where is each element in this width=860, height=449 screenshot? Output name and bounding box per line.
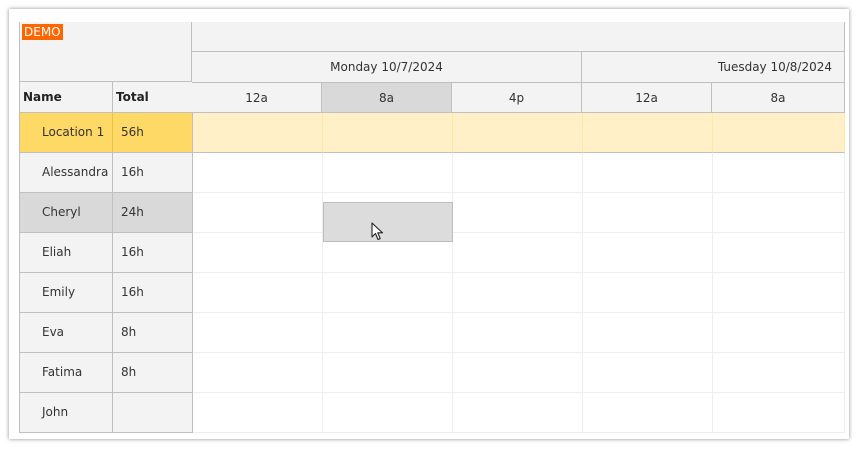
grid-cell[interactable] bbox=[193, 313, 323, 353]
grid-cell[interactable] bbox=[583, 353, 713, 393]
grid-cell[interactable] bbox=[453, 313, 583, 353]
grid-cell[interactable] bbox=[713, 313, 845, 353]
row-name: Eliah bbox=[20, 233, 113, 272]
grid-cell[interactable] bbox=[193, 193, 323, 233]
time-slot-header: 8a bbox=[712, 83, 845, 113]
grid-cell[interactable] bbox=[583, 193, 713, 233]
row-total: 56h bbox=[121, 125, 144, 139]
grid-cell[interactable] bbox=[453, 393, 583, 433]
row-name: Cheryl bbox=[20, 193, 113, 232]
grid-cell[interactable] bbox=[193, 273, 323, 313]
grid-cell[interactable] bbox=[583, 233, 713, 273]
row-cells bbox=[193, 113, 845, 153]
row-total: 16h bbox=[121, 285, 144, 299]
row-cells bbox=[193, 273, 845, 313]
row-total bbox=[113, 393, 193, 432]
mouse-pointer-icon bbox=[371, 222, 384, 241]
grid-cell[interactable] bbox=[583, 153, 713, 193]
row-john: John bbox=[19, 393, 845, 433]
grid-cell[interactable] bbox=[453, 233, 583, 273]
row-name: Location 1 bbox=[20, 113, 113, 152]
time-header-top bbox=[192, 22, 845, 52]
row-cells bbox=[193, 233, 845, 273]
scheduler-frame: DEMO Name Total Monday 10/7/2024 Tuesday… bbox=[9, 9, 849, 439]
grid-cell[interactable] bbox=[193, 393, 323, 433]
grid-cell[interactable] bbox=[323, 353, 453, 393]
day-label: Monday 10/7/2024 bbox=[330, 60, 443, 74]
row-header[interactable]: Fatima 8h bbox=[19, 353, 193, 393]
row-emily: Emily 16h bbox=[19, 273, 845, 313]
row-name: Eva bbox=[20, 313, 113, 352]
time-slot-header-highlighted: 8a bbox=[322, 83, 452, 113]
row-cells bbox=[193, 153, 845, 193]
row-location-1: Location 1 56h bbox=[19, 113, 845, 153]
row-header-columns: Name Total bbox=[19, 82, 193, 113]
row-cells bbox=[193, 393, 845, 433]
time-slot-header: 12a bbox=[582, 83, 712, 113]
grid-cell[interactable] bbox=[193, 113, 323, 153]
row-name: Emily bbox=[20, 273, 113, 312]
row-header[interactable]: Location 1 56h bbox=[19, 113, 193, 153]
grid-cell[interactable] bbox=[193, 233, 323, 273]
row-total: 8h bbox=[121, 365, 137, 379]
day-label: Tuesday 10/8/2024 bbox=[717, 60, 832, 74]
grid-cell[interactable] bbox=[323, 273, 453, 313]
grid-cell[interactable] bbox=[323, 113, 453, 153]
row-total: 16h bbox=[121, 245, 144, 259]
row-total: 8h bbox=[121, 325, 137, 339]
hovered-cell-highlight[interactable] bbox=[323, 202, 453, 242]
grid-cell[interactable] bbox=[453, 113, 583, 153]
column-header-total[interactable]: Total bbox=[113, 82, 193, 112]
row-cells bbox=[193, 313, 845, 353]
row-header[interactable]: Alessandra 16h bbox=[19, 153, 193, 193]
row-eva: Eva 8h bbox=[19, 313, 845, 353]
time-slot-header: 4p bbox=[452, 83, 582, 113]
row-cells bbox=[193, 353, 845, 393]
row-name: Alessandra bbox=[20, 153, 113, 192]
grid-cell[interactable] bbox=[193, 353, 323, 393]
grid-cell[interactable] bbox=[583, 113, 713, 153]
scheduler: DEMO Name Total Monday 10/7/2024 Tuesday… bbox=[19, 22, 845, 434]
column-header-name[interactable]: Name bbox=[20, 82, 113, 112]
day-header-tuesday: Tuesday 10/8/2024 bbox=[582, 52, 845, 83]
row-name: John bbox=[20, 393, 113, 432]
grid-cell[interactable] bbox=[583, 313, 713, 353]
scheduler-corner: DEMO bbox=[19, 22, 192, 82]
row-total: 16h bbox=[121, 165, 144, 179]
grid-cell[interactable] bbox=[323, 393, 453, 433]
row-name: Fatima bbox=[20, 353, 113, 392]
row-header[interactable]: Cheryl 24h bbox=[19, 193, 193, 233]
grid-cell[interactable] bbox=[713, 353, 845, 393]
grid-cell[interactable] bbox=[713, 153, 845, 193]
grid-cell[interactable] bbox=[713, 193, 845, 233]
time-header: Monday 10/7/2024 Tuesday 10/8/2024 12a 8… bbox=[192, 22, 845, 113]
grid-cell[interactable] bbox=[453, 153, 583, 193]
row-total: 24h bbox=[121, 205, 144, 219]
grid-cell[interactable] bbox=[713, 233, 845, 273]
grid-cell[interactable] bbox=[323, 153, 453, 193]
grid-cell[interactable] bbox=[583, 273, 713, 313]
row-fatima: Fatima 8h bbox=[19, 353, 845, 393]
row-header[interactable]: Emily 16h bbox=[19, 273, 193, 313]
grid-cell[interactable] bbox=[323, 313, 453, 353]
grid-cell[interactable] bbox=[453, 273, 583, 313]
row-header[interactable]: Eva 8h bbox=[19, 313, 193, 353]
grid-cell[interactable] bbox=[453, 353, 583, 393]
row-header[interactable]: John bbox=[19, 393, 193, 433]
row-header[interactable]: Eliah 16h bbox=[19, 233, 193, 273]
grid-cell[interactable] bbox=[193, 153, 323, 193]
row-alessandra: Alessandra 16h bbox=[19, 153, 845, 193]
day-header-monday: Monday 10/7/2024 bbox=[192, 52, 582, 83]
grid-cell[interactable] bbox=[713, 393, 845, 433]
grid-cell[interactable] bbox=[583, 393, 713, 433]
grid-cell[interactable] bbox=[713, 273, 845, 313]
time-slot-header: 12a bbox=[192, 83, 322, 113]
grid-cell[interactable] bbox=[713, 113, 845, 153]
row-cells bbox=[193, 193, 845, 233]
demo-badge: DEMO bbox=[22, 24, 63, 40]
grid-cell[interactable] bbox=[453, 193, 583, 233]
